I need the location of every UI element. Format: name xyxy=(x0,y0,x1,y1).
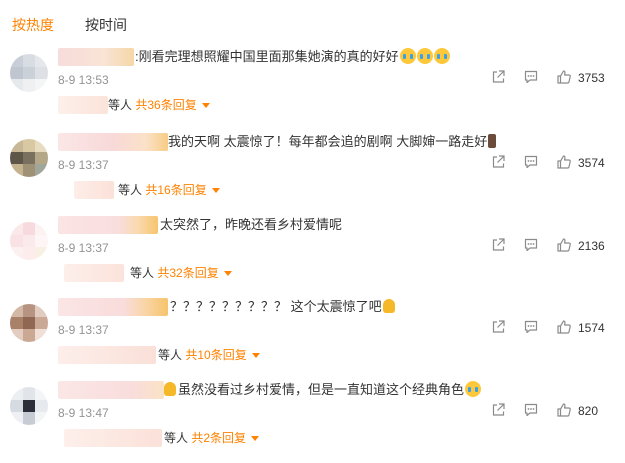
reply-icon xyxy=(524,320,538,334)
reply-button[interactable] xyxy=(523,237,539,253)
like-count: 2136 xyxy=(578,239,605,253)
comment-time: 8-9 13:47 xyxy=(58,406,109,420)
comment-item: ？？？？？？？？？ 这个太震惊了吧 8-9 13:37 1574 等人 共10条… xyxy=(0,298,625,380)
tab-sort-by-hot[interactable]: 按热度 xyxy=(12,15,54,35)
share-icon xyxy=(492,155,505,168)
tab-sort-by-time[interactable]: 按时间 xyxy=(85,15,127,35)
caret-down-icon xyxy=(201,103,210,108)
reply-icon xyxy=(524,70,538,84)
comment-time: 8-9 13:37 xyxy=(58,158,109,172)
reply-username xyxy=(64,264,124,282)
reply-username xyxy=(74,181,114,199)
share-button[interactable] xyxy=(490,402,506,418)
comment-item: 太突然了，昨晚还看乡村爱情呢 8-9 13:37 2136 等人 共32条回复 xyxy=(0,216,625,298)
share-button[interactable] xyxy=(490,154,506,170)
comment-item: 虽然没看过乡村爱情，但是一直知道这个经典角色 8-9 13:47 820 等人 … xyxy=(0,381,625,463)
share-button[interactable] xyxy=(490,237,506,253)
username[interactable] xyxy=(58,216,158,234)
comment-time: 8-9 13:53 xyxy=(58,73,109,87)
share-icon xyxy=(492,70,505,83)
comment-text: 我的天啊 太震惊了！每年都会追的剧啊 大脚婶一路走好 xyxy=(168,134,488,149)
reply-button[interactable] xyxy=(523,402,539,418)
reply-prefix: 等人 xyxy=(118,183,143,197)
comment-actions: 820 xyxy=(490,402,615,420)
comment-text-row: 我的天啊 太震惊了！每年都会追的剧啊 大脚婶一路走好 xyxy=(168,133,497,151)
share-button[interactable] xyxy=(490,69,506,85)
emoji-candle-icon xyxy=(164,382,176,396)
expand-replies-link[interactable]: 共2条回复 xyxy=(191,431,260,445)
expand-replies-link[interactable]: 共36条回复 xyxy=(135,98,210,112)
like-count: 3753 xyxy=(578,71,605,85)
comment-text: 虽然没看过乡村爱情，但是一直知道这个经典角色 xyxy=(178,382,465,397)
share-icon xyxy=(492,320,505,333)
emoji-shocked-icon xyxy=(382,299,395,313)
caret-down-icon xyxy=(251,436,260,441)
reply-icon xyxy=(524,238,538,252)
reply-username xyxy=(58,96,108,114)
reply-icon xyxy=(524,155,538,169)
emoji-crying-icon xyxy=(465,381,482,397)
reply-username xyxy=(58,346,156,364)
emoji-crying-icon xyxy=(399,48,416,64)
username[interactable] xyxy=(58,133,168,151)
like-count: 3574 xyxy=(578,156,605,170)
emoji-candle-icon xyxy=(488,134,497,148)
reply-button[interactable] xyxy=(523,69,539,85)
caret-down-icon xyxy=(211,188,220,193)
reply-prefix: 等人 xyxy=(164,431,189,445)
thumbs-up-icon xyxy=(557,238,571,252)
caret-down-icon xyxy=(251,353,260,358)
comment-time: 8-9 13:37 xyxy=(58,241,109,255)
username[interactable] xyxy=(58,48,134,66)
username[interactable] xyxy=(58,298,168,316)
emoji-crying-icon xyxy=(416,48,433,64)
expand-replies-link[interactable]: 共10条回复 xyxy=(185,348,260,362)
comment-text: 太突然了，昨晚还看乡村爱情呢 xyxy=(160,217,343,232)
comment-item: :刚看完理想照耀中国里面那集她演的真的好好 8-9 13:53 3753 等人 … xyxy=(0,48,625,130)
comment-text: ？？？？？？？？？ 这个太震惊了吧 xyxy=(170,299,382,314)
comment-actions: 2136 xyxy=(490,237,615,255)
thumbs-up-icon xyxy=(557,320,571,334)
thumbs-up-icon xyxy=(557,70,571,84)
reply-username xyxy=(64,429,162,447)
comment-time: 8-9 13:37 xyxy=(58,323,109,337)
like-count: 820 xyxy=(578,404,599,418)
avatar[interactable] xyxy=(10,387,48,425)
expand-replies-link[interactable]: 共16条回复 xyxy=(145,183,220,197)
comment-item: 我的天啊 太震惊了！每年都会追的剧啊 大脚婶一路走好 8-9 13:37 357… xyxy=(0,133,625,215)
comment-actions: 3753 xyxy=(490,69,615,87)
share-button[interactable] xyxy=(490,319,506,335)
reply-prefix: 等人 xyxy=(158,348,183,362)
avatar[interactable] xyxy=(10,304,48,342)
username[interactable] xyxy=(58,381,164,399)
reply-button[interactable] xyxy=(523,319,539,335)
comment-text-row: ？？？？？？？？？ 这个太震惊了吧 xyxy=(170,298,395,316)
avatar[interactable] xyxy=(10,222,48,260)
reply-prefix: 等人 xyxy=(108,98,133,112)
thumbs-up-icon xyxy=(557,403,571,417)
share-icon xyxy=(492,403,505,416)
like-count: 1574 xyxy=(578,321,605,335)
reply-button[interactable] xyxy=(523,154,539,170)
comment-text-row: 虽然没看过乡村爱情，但是一直知道这个经典角色 xyxy=(164,381,482,399)
caret-down-icon xyxy=(223,271,232,276)
avatar[interactable] xyxy=(10,54,48,92)
avatar[interactable] xyxy=(10,139,48,177)
comment-actions: 1574 xyxy=(490,319,615,337)
thumbs-up-icon xyxy=(557,155,571,169)
expand-replies-link[interactable]: 共32条回复 xyxy=(157,266,232,280)
comment-text: :刚看完理想照耀中国里面那集她演的真的好好 xyxy=(135,49,399,64)
comment-text-row: :刚看完理想照耀中国里面那集她演的真的好好 xyxy=(135,48,450,66)
comment-actions: 3574 xyxy=(490,154,615,172)
share-icon xyxy=(492,238,505,251)
emoji-crying-icon xyxy=(433,48,450,64)
comment-text-row: 太突然了，昨晚还看乡村爱情呢 xyxy=(160,216,342,234)
reply-prefix: 等人 xyxy=(130,266,155,280)
reply-icon xyxy=(524,403,538,417)
